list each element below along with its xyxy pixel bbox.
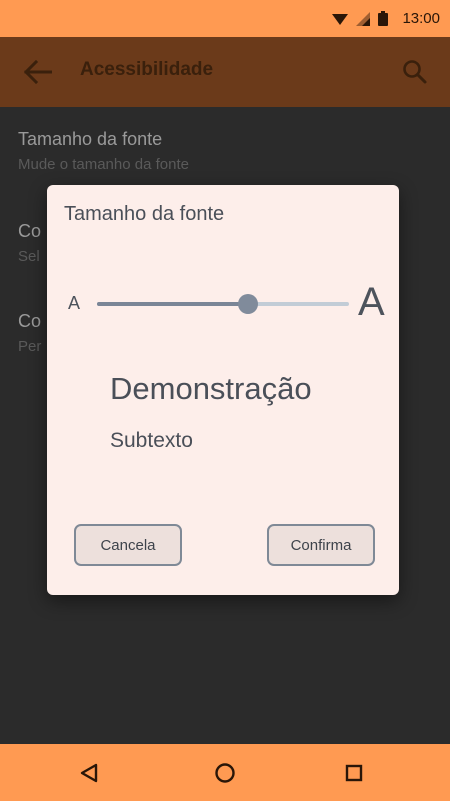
font-size-slider-row: A A xyxy=(47,280,399,330)
list-item-subtitle: Mude o tamanho da fonte xyxy=(18,156,189,173)
large-a-label: A xyxy=(358,280,385,324)
status-bar: 13:00 xyxy=(0,0,450,37)
page-title: Acessibilidade xyxy=(80,59,214,80)
preview-title: Demonstração xyxy=(110,371,312,406)
list-item[interactable]: Tamanho da fonte Mude o tamanho da fonte xyxy=(18,129,438,173)
navigation-bar xyxy=(0,744,450,801)
confirm-button[interactable]: Confirma xyxy=(267,524,375,566)
dialog-title: Tamanho da fonte xyxy=(64,203,225,225)
slider-track-fill xyxy=(97,302,249,306)
small-a-label: A xyxy=(68,293,81,313)
app-bar: Acessibilidade xyxy=(0,37,450,107)
home-circle-icon[interactable] xyxy=(210,758,240,788)
signal-icon xyxy=(356,11,371,26)
back-triangle-icon[interactable] xyxy=(74,758,104,788)
wifi-icon xyxy=(332,13,349,25)
battery-icon xyxy=(378,11,389,26)
font-size-dialog: Tamanho da fonte A A Demonstração Subtex… xyxy=(47,185,399,595)
cancel-button[interactable]: Cancela xyxy=(74,524,182,566)
slider-thumb[interactable] xyxy=(238,294,259,314)
list-item-title: Tamanho da fonte xyxy=(18,129,163,149)
recents-square-icon[interactable] xyxy=(339,758,369,788)
search-icon[interactable] xyxy=(400,57,430,87)
clock: 13:00 xyxy=(402,10,440,27)
status-icons: 13:00 xyxy=(332,0,440,37)
back-arrow-icon[interactable] xyxy=(22,57,54,87)
preview-subtitle: Subtexto xyxy=(110,429,193,452)
